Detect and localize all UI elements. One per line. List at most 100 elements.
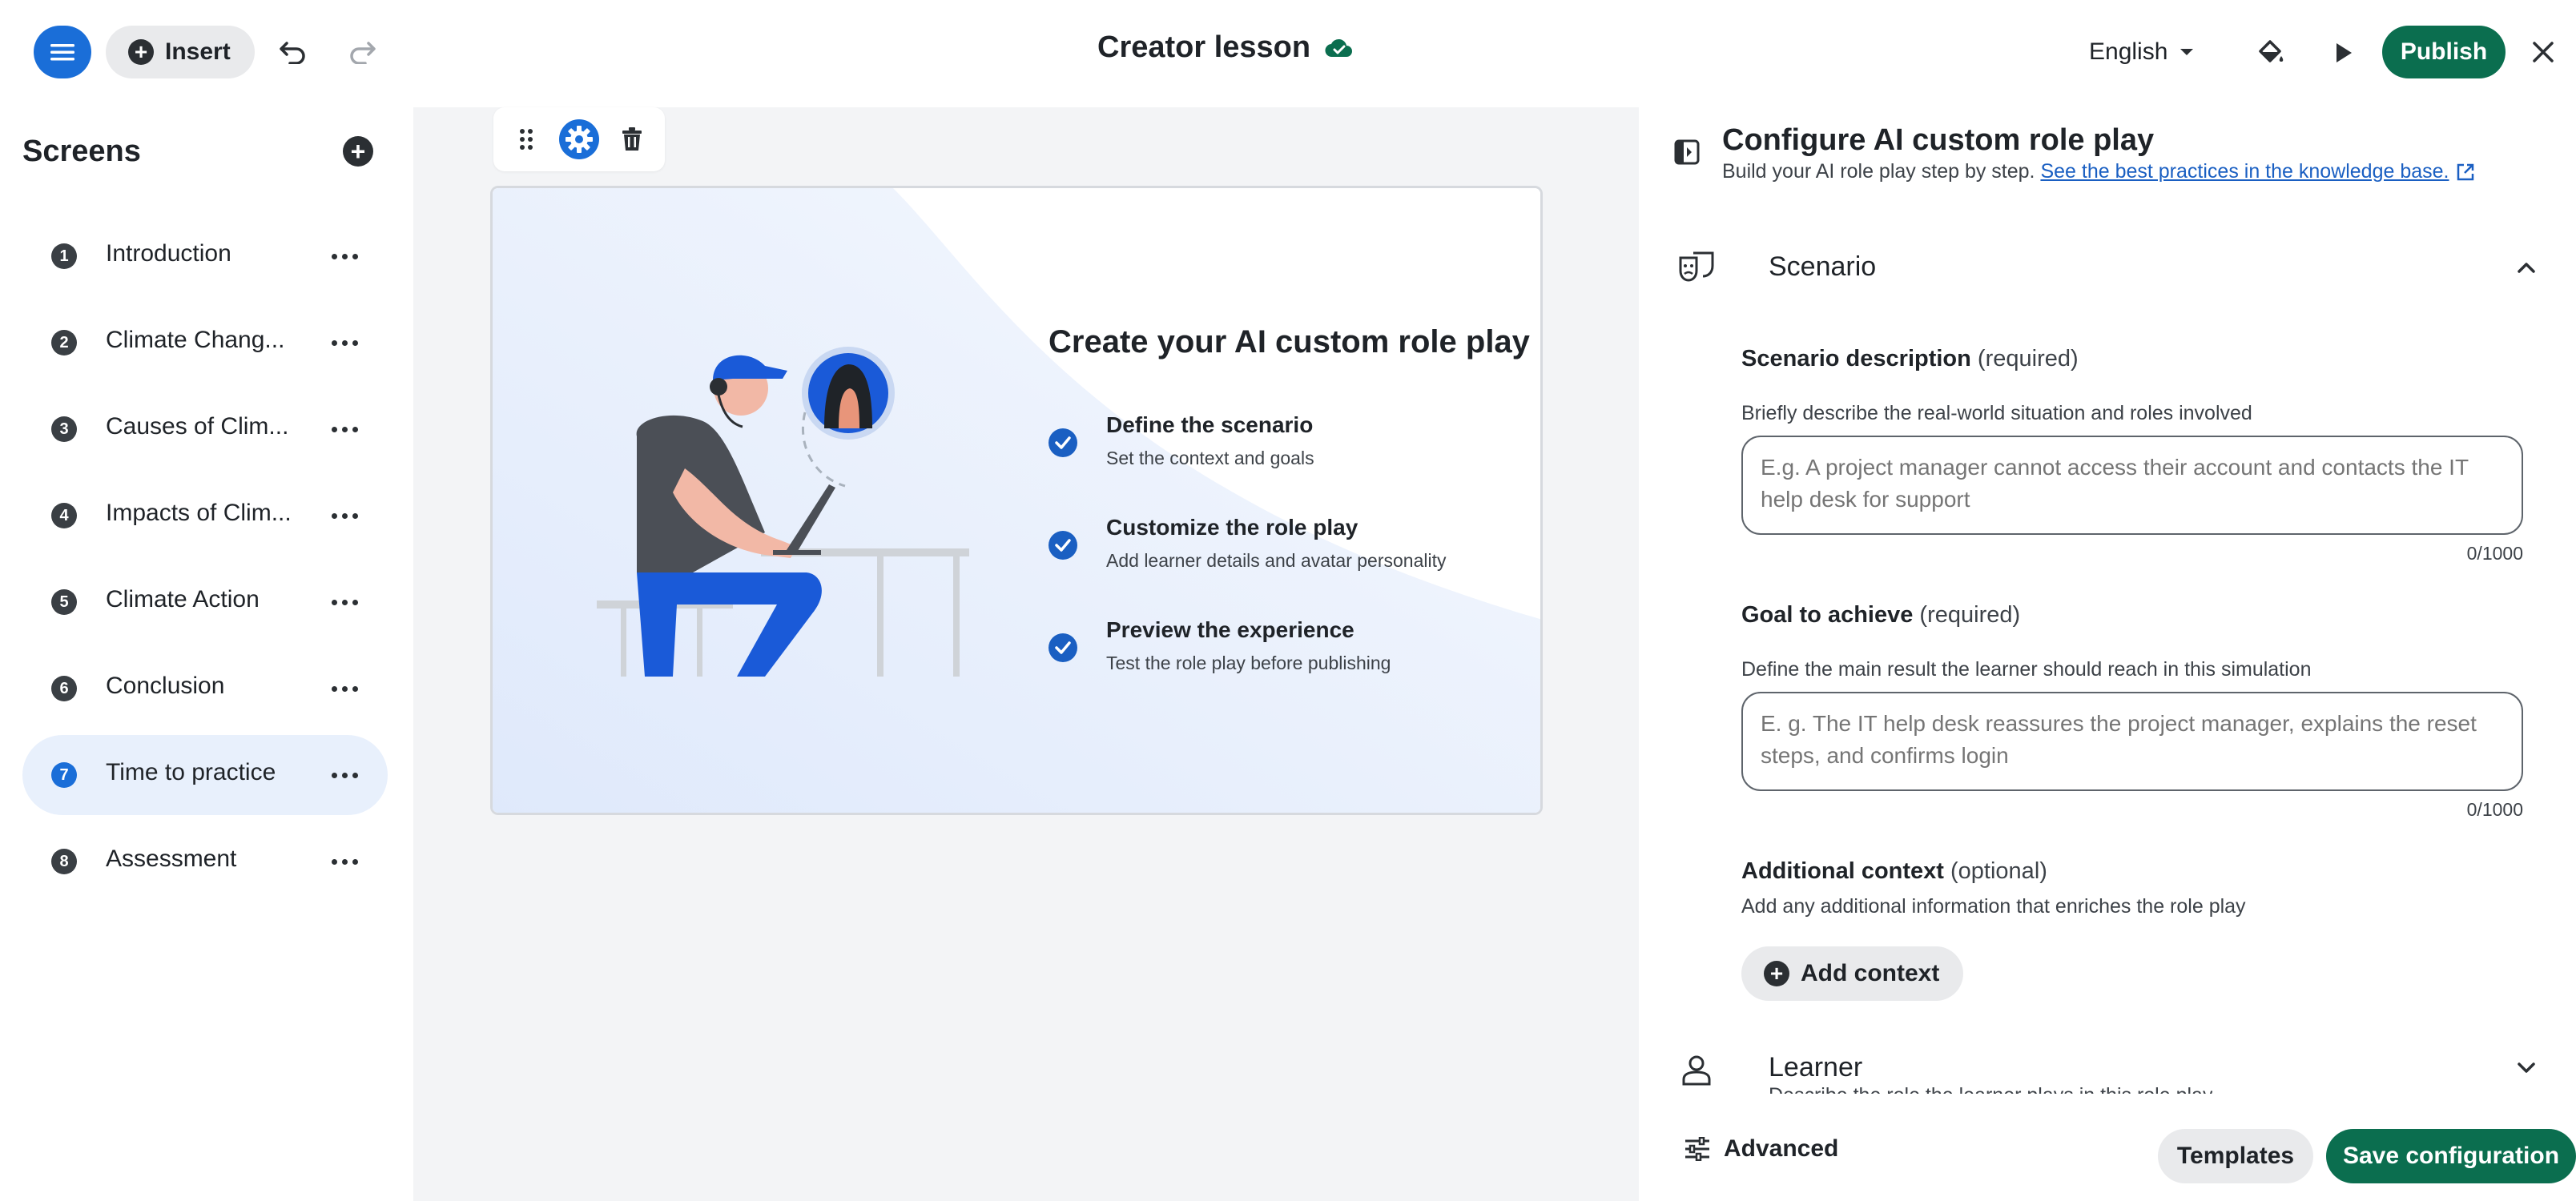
step-subtitle: Add learner details and avatar personali… — [1106, 550, 1447, 571]
redo-icon — [350, 42, 376, 64]
title-area: Creator lesson — [1097, 30, 1354, 65]
additional-context-label-text: Additional context — [1741, 858, 1944, 884]
scenario-section-header[interactable]: Scenario — [1677, 243, 2550, 291]
screen-number: 7 — [51, 762, 77, 788]
more-options-button[interactable] — [325, 673, 364, 705]
close-icon — [2533, 42, 2554, 62]
more-options-button[interactable] — [325, 327, 364, 359]
goal-label-text: Goal to achieve — [1741, 602, 1914, 628]
sidebar-item-introduction[interactable]: 1 Introduction — [22, 216, 388, 296]
panel-subtitle: Build your AI role play step by step. Se… — [1722, 160, 2475, 183]
step-title: Define the scenario — [1106, 412, 1314, 437]
plus-icon: + — [350, 137, 366, 166]
templates-button[interactable]: Templates — [2158, 1129, 2313, 1183]
sidebar-item-impacts[interactable]: 4 Impacts of Clim... — [22, 476, 388, 556]
chevron-down-icon — [2514, 1055, 2539, 1081]
more-options-button[interactable] — [325, 413, 364, 445]
screen-number: 4 — [51, 503, 77, 528]
goal-help: Define the main result the learner shoul… — [1741, 658, 2312, 681]
scenario-description-label: Scenario description (required) — [1741, 346, 2079, 372]
undo-icon — [280, 42, 305, 64]
sidebar-item-causes[interactable]: 3 Causes of Clim... — [22, 389, 388, 469]
preview-button[interactable] — [2326, 35, 2361, 70]
screen-label: Climate Chang... — [106, 327, 285, 353]
more-options-button[interactable] — [325, 759, 364, 791]
close-button[interactable] — [2525, 34, 2562, 70]
plus-icon: + — [1764, 961, 1789, 986]
lesson-title[interactable]: Creator lesson — [1097, 30, 1310, 65]
screen-label: Introduction — [106, 240, 231, 267]
screen-label: Conclusion — [106, 673, 225, 699]
step-title: Customize the role play — [1106, 515, 1358, 540]
more-options-button[interactable] — [325, 500, 364, 532]
scenario-description-counter: 0/1000 — [2466, 543, 2523, 564]
drag-handle-icon — [520, 129, 533, 150]
undo-button[interactable] — [276, 34, 311, 69]
step-subtitle: Test the role play before publishing — [1106, 653, 1391, 673]
add-context-button[interactable]: + Add context — [1741, 946, 1964, 1001]
gear-icon — [566, 126, 593, 153]
person-icon — [1682, 1055, 1711, 1086]
scenario-description-label-text: Scenario description — [1741, 346, 1971, 372]
insert-button[interactable]: + Insert — [106, 26, 255, 78]
redo-button[interactable] — [344, 34, 380, 69]
section-title: Scenario — [1769, 251, 1877, 282]
screen-label: Time to practice — [106, 759, 276, 785]
settings-button[interactable] — [559, 119, 599, 159]
sidebar-item-assessment[interactable]: 8 Assessment — [22, 821, 388, 902]
screen-number: 2 — [51, 330, 77, 355]
advanced-button[interactable]: Advanced — [1684, 1135, 1838, 1163]
screen-number: 6 — [51, 676, 77, 701]
more-options-button[interactable] — [325, 586, 364, 618]
plus-icon: + — [128, 39, 154, 65]
panel-title: Configure AI custom role play — [1722, 123, 2155, 157]
screens-sidebar: Screens + 1 Introduction 2 Climate Chang… — [0, 104, 413, 1201]
sidebar-item-climate-action[interactable]: 5 Climate Action — [22, 562, 388, 642]
screen-number: 5 — [51, 589, 77, 615]
goal-input[interactable] — [1741, 692, 2523, 791]
screen-label: Climate Action — [106, 586, 260, 613]
knowledge-base-link[interactable]: See the best practices in the knowledge … — [2040, 160, 2474, 183]
sidebar-item-climate-change[interactable]: 2 Climate Chang... — [22, 303, 388, 383]
more-options-button[interactable] — [325, 240, 364, 272]
panel-collapse-button[interactable] — [1672, 138, 1701, 167]
panel-collapse-icon — [1674, 139, 1700, 165]
insert-label: Insert — [165, 38, 231, 65]
drag-handle[interactable] — [506, 119, 546, 159]
add-context-label: Add context — [1801, 960, 1940, 986]
screen-number: 8 — [51, 849, 77, 874]
slide-illustration — [493, 188, 1540, 813]
check-icon — [1049, 428, 1077, 457]
language-value: English — [2089, 38, 2168, 65]
chevron-down-icon — [2180, 49, 2194, 55]
section-title: Learner — [1769, 1052, 1863, 1083]
add-screen-button[interactable]: + — [343, 136, 373, 167]
external-link-icon — [2457, 164, 2473, 181]
delete-button[interactable] — [612, 119, 652, 159]
more-options-button[interactable] — [325, 846, 364, 878]
sidebar-title: Screens — [22, 135, 141, 168]
goal-label: Goal to achieve (required) — [1741, 602, 2020, 629]
additional-context-help: Add any additional information that enri… — [1741, 895, 2246, 918]
sidebar-item-time-to-practice[interactable]: 7 Time to practice — [22, 735, 388, 815]
scenario-description-input[interactable] — [1741, 436, 2523, 535]
sidebar-item-conclusion[interactable]: 6 Conclusion — [22, 649, 388, 729]
slide-preview[interactable]: Create your AI custom role play Define t… — [490, 186, 1543, 815]
language-select[interactable]: English — [2089, 32, 2195, 72]
play-icon — [2337, 43, 2352, 62]
check-icon — [1049, 633, 1077, 662]
optional-tag: (optional) — [1950, 858, 2047, 884]
menu-button[interactable] — [34, 26, 91, 78]
required-tag: (required) — [1977, 346, 2079, 372]
step-title: Preview the experience — [1106, 617, 1354, 642]
theme-button[interactable] — [2252, 35, 2288, 70]
section-subtitle: Describe the role the learner plays in t… — [1769, 1084, 2212, 1094]
publish-button[interactable]: Publish — [2382, 26, 2506, 78]
sliders-icon — [1685, 1137, 1709, 1161]
knowledge-base-link-text: See the best practices in the knowledge … — [2040, 160, 2449, 183]
screen-label: Assessment — [106, 846, 237, 872]
learner-section-header[interactable]: Learner Describe the role the learner pl… — [1677, 1044, 2550, 1094]
check-icon — [1049, 531, 1077, 560]
save-configuration-button[interactable]: Save configuration — [2326, 1129, 2576, 1183]
scenario-description-help: Briefly describe the real-world situatio… — [1741, 402, 2252, 424]
